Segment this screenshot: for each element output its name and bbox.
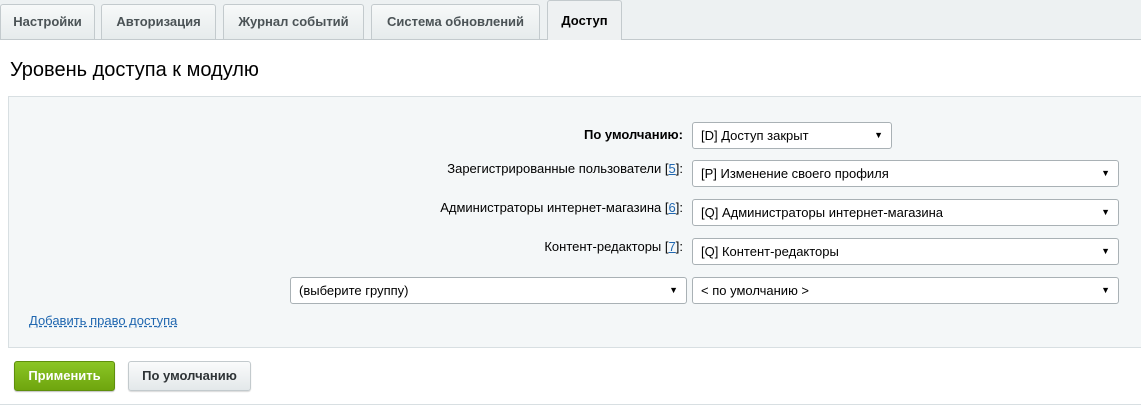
module-access-page: Настройки Авторизация Журнал событий Сис… bbox=[0, 0, 1141, 405]
tab-settings[interactable]: Настройки bbox=[0, 4, 95, 39]
shop-admins-access-select[interactable]: [Q] Администраторы интернет-магазина ▼ bbox=[692, 199, 1119, 226]
group-select-placeholder: (выберите группу) bbox=[299, 283, 409, 298]
chevron-down-icon: ▼ bbox=[874, 130, 883, 140]
group-select[interactable]: (выберите группу) ▼ bbox=[290, 277, 687, 304]
registered-users-access-value: [P] Изменение своего профиля bbox=[701, 166, 889, 181]
registered-users-label: Зарегистрированные пользователи [5]: bbox=[447, 161, 683, 177]
add-access-right-link[interactable]: Добавить право доступа bbox=[29, 313, 177, 328]
content-editors-group-link[interactable]: 7 bbox=[669, 239, 676, 254]
bracket-close: ]: bbox=[675, 161, 683, 176]
chevron-down-icon: ▼ bbox=[669, 285, 678, 295]
new-group-access-select[interactable]: < по умолчанию > ▼ bbox=[692, 277, 1119, 304]
shop-admins-label-text: Администраторы интернет-магазина bbox=[440, 200, 662, 215]
bracket-close: ]: bbox=[675, 200, 683, 215]
default-access-select[interactable]: [D] Доступ закрыт ▼ bbox=[692, 122, 892, 149]
chevron-down-icon: ▼ bbox=[1101, 285, 1110, 295]
apply-button[interactable]: Применить bbox=[14, 361, 115, 391]
shop-admins-label: Администраторы интернет-магазина [6]: bbox=[440, 200, 683, 216]
restore-default-button[interactable]: По умолчанию bbox=[128, 361, 251, 391]
default-access-value: [D] Доступ закрыт bbox=[701, 128, 809, 143]
chevron-down-icon: ▼ bbox=[1101, 246, 1110, 256]
default-access-label: По умолчанию: bbox=[584, 127, 683, 143]
registered-users-group-link[interactable]: 5 bbox=[669, 161, 676, 176]
registered-users-access-select[interactable]: [P] Изменение своего профиля ▼ bbox=[692, 160, 1119, 187]
shop-admins-access-value: [Q] Администраторы интернет-магазина bbox=[701, 205, 944, 220]
registered-users-label-text: Зарегистрированные пользователи bbox=[447, 161, 662, 176]
chevron-down-icon: ▼ bbox=[1101, 207, 1110, 217]
content-editors-label-text: Контент-редакторы bbox=[544, 239, 662, 254]
default-access-label-text: По умолчанию: bbox=[583, 127, 683, 142]
content-editors-access-select[interactable]: [Q] Контент-редакторы ▼ bbox=[692, 238, 1119, 265]
tab-access[interactable]: Доступ bbox=[547, 0, 622, 40]
access-settings-panel: По умолчанию: [D] Доступ закрыт ▼ Зареги… bbox=[8, 96, 1141, 348]
tab-event-log[interactable]: Журнал событий bbox=[223, 4, 364, 39]
content-editors-label: Контент-редакторы [7]: bbox=[544, 239, 683, 255]
tab-update-system[interactable]: Система обновлений bbox=[371, 4, 540, 39]
bracket-close: ]: bbox=[675, 239, 683, 254]
page-title: Уровень доступа к модулю bbox=[10, 59, 259, 81]
content-editors-access-value: [Q] Контент-редакторы bbox=[701, 244, 839, 259]
shop-admins-group-link[interactable]: 6 bbox=[669, 200, 676, 215]
tab-authorization[interactable]: Авторизация bbox=[101, 4, 216, 39]
new-group-access-value: < по умолчанию > bbox=[701, 283, 810, 298]
tab-bar: Настройки Авторизация Журнал событий Сис… bbox=[0, 0, 1141, 40]
chevron-down-icon: ▼ bbox=[1101, 168, 1110, 178]
